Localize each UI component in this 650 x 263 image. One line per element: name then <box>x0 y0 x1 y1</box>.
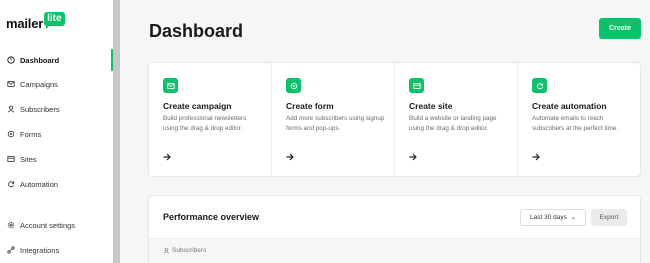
sidebar-item-subscribers[interactable]: Subscribers <box>0 101 113 117</box>
card-title: Create form <box>286 101 334 111</box>
sidebar-item-label: Automation <box>20 179 58 189</box>
sites-icon <box>7 155 15 163</box>
performance-overview-panel: Performance overview Last 30 days ⌄ Expo… <box>148 195 641 263</box>
sidebar-item-automation[interactable]: Automation <box>0 176 113 192</box>
arrow-right-icon[interactable] <box>408 152 418 162</box>
card-title: Create campaign <box>163 101 232 111</box>
arrow-right-icon[interactable] <box>531 152 541 162</box>
logo-badge: lite <box>44 12 65 29</box>
export-button[interactable]: Export <box>591 209 627 226</box>
arrow-right-icon[interactable] <box>285 152 295 162</box>
card-create-form[interactable]: Create form Add more subscribers using s… <box>272 63 395 176</box>
sidebar-item-label: Forms <box>20 129 42 139</box>
page-title: Dashboard <box>149 21 244 41</box>
sidebar-item-label: Dashboard <box>20 55 60 65</box>
performance-tabs: Subscribers <box>149 238 640 263</box>
card-title: Create site <box>409 101 453 111</box>
sites-icon <box>409 78 424 93</box>
dashboard-icon <box>7 56 15 64</box>
create-button[interactable]: Create <box>599 18 641 39</box>
sidebar: mailer lite Dashboard Campaigns Subscrib… <box>0 0 113 263</box>
performance-title: Performance overview <box>163 212 260 222</box>
card-description: Build professional newsletters using the… <box>163 115 247 132</box>
sidebar-item-campaigns[interactable]: Campaigns <box>0 76 113 92</box>
sidebar-item-account-settings[interactable]: Account settings <box>0 217 113 233</box>
sidebar-item-dashboard[interactable]: Dashboard <box>0 52 113 68</box>
card-create-campaign[interactable]: Create campaign Build professional newsl… <box>149 63 272 176</box>
user-icon <box>7 105 15 113</box>
integrations-icon <box>7 246 15 254</box>
sidebar-item-label: Integrations <box>20 245 60 255</box>
settings-icon <box>7 221 15 229</box>
sidebar-item-integrations[interactable]: Integrations <box>0 242 113 258</box>
card-description: Automate emails to reach subscribers at … <box>532 115 619 132</box>
mail-icon <box>7 80 15 88</box>
chevron-down-icon: ⌄ <box>570 215 576 221</box>
card-description: Add more subscribers using signup forms … <box>286 115 385 132</box>
card-description: Build a website or landing page using th… <box>409 115 497 132</box>
card-create-automation[interactable]: Create automation Automate emails to rea… <box>518 63 640 176</box>
date-range-value: Last 30 days <box>530 214 567 221</box>
user-icon <box>163 247 170 254</box>
tab-subscribers[interactable]: Subscribers <box>163 247 206 254</box>
sidebar-item-label: Sites <box>20 154 37 164</box>
sidebar-item-label: Account settings <box>20 220 76 230</box>
mail-icon <box>163 78 178 93</box>
sidebar-scrollbar[interactable] <box>113 0 120 263</box>
date-range-select[interactable]: Last 30 days ⌄ <box>520 209 586 226</box>
card-title: Create automation <box>532 101 607 111</box>
sidebar-item-label: Campaigns <box>20 79 58 89</box>
arrow-right-icon[interactable] <box>162 152 172 162</box>
tab-label: Subscribers <box>172 247 207 254</box>
mailerlite-logo[interactable]: mailer lite <box>6 12 65 31</box>
card-create-site[interactable]: Create site Build a website or landing p… <box>395 63 518 176</box>
automation-icon <box>7 180 15 188</box>
main-content: Dashboard Create Create campaign Build p… <box>120 0 650 263</box>
automation-icon <box>532 78 547 93</box>
forms-icon <box>286 78 301 93</box>
quick-actions: Create campaign Build professional newsl… <box>148 62 641 177</box>
sidebar-item-label: Subscribers <box>20 104 60 114</box>
sidebar-item-forms[interactable]: Forms <box>0 126 113 142</box>
logo-word: mailer <box>6 16 44 31</box>
sidebar-item-sites[interactable]: Sites <box>0 151 113 167</box>
forms-icon <box>7 130 15 138</box>
